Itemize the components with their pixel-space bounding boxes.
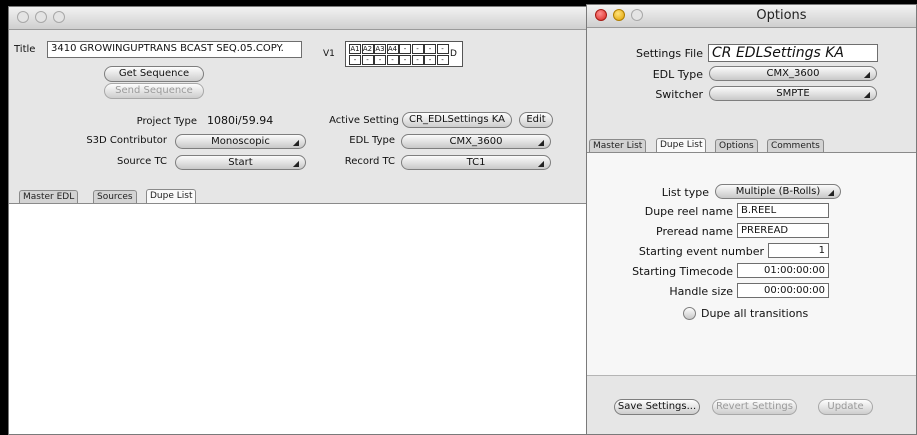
popup-arrow-icon: ◢ (537, 138, 544, 147)
track-cell[interactable]: - (399, 55, 411, 65)
handle-size-label: Handle size (669, 285, 733, 298)
track-cell[interactable]: A1 (349, 44, 361, 54)
tab-options[interactable]: Options (715, 139, 758, 152)
title-field[interactable]: 3410 GROWINGUPTRANS BCAST SEQ.05.COPY. (47, 41, 302, 58)
record-tc-popup[interactable]: TC1 ◢ (401, 155, 551, 170)
track-cell[interactable]: - (436, 55, 449, 65)
switcher-label: Switcher (655, 88, 703, 101)
track-cell[interactable]: - (424, 55, 436, 65)
active-setting-button[interactable]: CR_EDLSettings KA (402, 112, 512, 128)
popup-arrow-icon: ◢ (537, 159, 544, 168)
track-cell[interactable]: - (399, 44, 411, 54)
track-cell[interactable]: - (411, 44, 424, 54)
update-button[interactable]: Update (818, 399, 873, 415)
tab-sources[interactable]: Sources (93, 190, 137, 203)
edl-type-value: CMX_3600 (449, 136, 503, 147)
starting-timecode-field[interactable]: 01:00:00:00 (737, 263, 829, 278)
project-type-label: Project Type (136, 116, 197, 127)
edl-type-popup[interactable]: CMX_3600 ◢ (401, 134, 551, 149)
popup-arrow-icon: ◢ (827, 188, 834, 197)
save-settings-button[interactable]: Save Settings... (614, 399, 700, 415)
active-setting-label: Active Setting (329, 115, 399, 126)
tab-master-list[interactable]: Master List (589, 139, 647, 152)
edl-main-window: Title 3410 GROWINGUPTRANS BCAST SEQ.05.C… (8, 6, 589, 435)
zoom-button[interactable] (631, 9, 643, 21)
options-title-bar[interactable]: Options (587, 5, 916, 28)
s3d-contributor-popup[interactable]: Monoscopic ◢ (175, 134, 306, 149)
record-tc-value: TC1 (466, 157, 486, 168)
get-sequence-button[interactable]: Get Sequence (104, 66, 204, 82)
track-cell[interactable]: A3 (374, 44, 386, 54)
tab-comments[interactable]: Comments (767, 139, 824, 152)
preread-name-field[interactable]: PREREAD (737, 223, 829, 238)
dupe-all-transitions-radio[interactable] (683, 307, 696, 320)
track-cell[interactable]: - (424, 44, 436, 54)
dupe-list-options-panel: List type Multiple (B-Rolls) ◢ Dupe reel … (587, 152, 916, 376)
options-edl-type-popup[interactable]: CMX_3600 ◢ (709, 66, 877, 81)
list-type-popup[interactable]: Multiple (B-Rolls) ◢ (715, 184, 841, 199)
list-type-value: Multiple (B-Rolls) (735, 186, 821, 197)
track-v1-label: V1 (323, 49, 335, 59)
dupe-reel-name-label: Dupe reel name (644, 205, 733, 218)
popup-arrow-icon: ◢ (863, 70, 870, 79)
starting-event-number-field[interactable]: 1 (768, 243, 829, 258)
track-cell[interactable]: - (411, 55, 424, 65)
starting-event-number-label: Starting event number (638, 245, 764, 258)
handle-size-field[interactable]: 00:00:00:00 (737, 283, 829, 298)
close-button[interactable] (17, 11, 29, 23)
tab-master-edl[interactable]: Master EDL (19, 190, 79, 203)
track-cell[interactable]: - (386, 55, 399, 65)
title-label: Title (14, 44, 36, 55)
track-cell[interactable]: - (374, 55, 386, 65)
switcher-popup[interactable]: SMPTE ◢ (709, 86, 877, 101)
starting-timecode-label: Starting Timecode (632, 265, 733, 278)
source-tc-value: Start (228, 157, 253, 168)
tab-dupe-list[interactable]: Dupe List (146, 189, 197, 203)
track-cell[interactable]: A2 (361, 44, 374, 54)
revert-settings-button[interactable]: Revert Settings (712, 399, 797, 415)
track-cell[interactable]: - (436, 44, 449, 54)
source-tc-popup[interactable]: Start ◢ (175, 155, 306, 170)
settings-file-label: Settings File (635, 47, 703, 60)
project-type-value: 1080i/59.94 (207, 114, 274, 127)
preread-name-label: Preread name (656, 225, 733, 238)
dupe-reel-name-field[interactable]: B.REEL (737, 203, 829, 218)
dupe-list-content-area[interactable] (9, 203, 588, 434)
options-edl-type-label: EDL Type (652, 68, 703, 81)
track-cell[interactable]: - (361, 55, 374, 65)
options-edl-type-value: CMX_3600 (766, 68, 820, 79)
switcher-value: SMPTE (776, 88, 810, 99)
popup-arrow-icon: ◢ (292, 159, 299, 168)
popup-arrow-icon: ◢ (292, 138, 299, 147)
s3d-contributor-label: S3D Contributor (86, 135, 167, 146)
dupe-all-transitions-label: Dupe all transitions (701, 307, 809, 320)
track-d-label: D (450, 49, 457, 59)
main-title-bar[interactable] (9, 7, 588, 30)
track-cell[interactable]: A4 (386, 44, 399, 54)
source-tc-label: Source TC (116, 156, 167, 167)
tab-options-dupe-list[interactable]: Dupe List (656, 138, 707, 152)
send-sequence-button[interactable]: Send Sequence (104, 83, 204, 99)
minimize-button[interactable] (613, 9, 625, 21)
record-tc-label: Record TC (344, 156, 395, 167)
edl-type-label: EDL Type (349, 135, 395, 146)
s3d-contributor-value: Monoscopic (211, 136, 270, 147)
options-window-title: Options (756, 8, 807, 23)
minimize-button[interactable] (35, 11, 47, 23)
options-window: Options Settings File CR EDLSettings KA … (586, 4, 917, 435)
popup-arrow-icon: ◢ (863, 90, 870, 99)
edit-button[interactable]: Edit (519, 112, 553, 128)
track-grid: D A1 A2 A3 A4- - - - - - - - - - - - (345, 41, 463, 67)
track-cell[interactable]: - (349, 55, 361, 65)
settings-file-field[interactable]: CR EDLSettings KA (708, 44, 878, 62)
close-button[interactable] (595, 9, 607, 21)
list-type-label: List type (661, 186, 709, 199)
zoom-button[interactable] (53, 11, 65, 23)
